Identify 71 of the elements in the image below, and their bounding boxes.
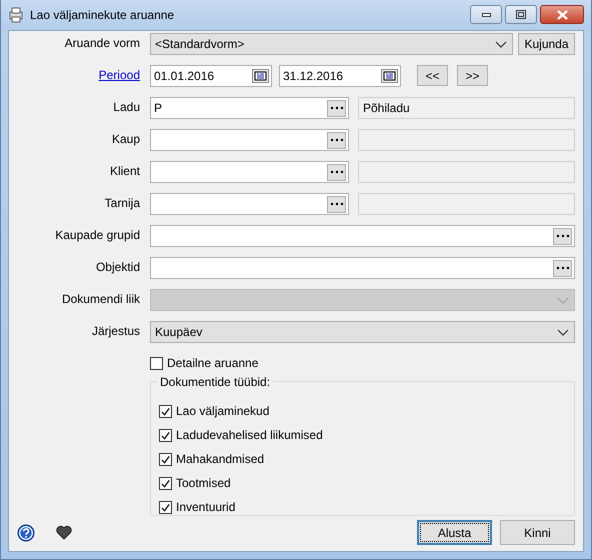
checkbox-label: Lao väljaminekud (176, 404, 270, 418)
next-button[interactable]: >> (457, 65, 488, 86)
browse-button[interactable] (327, 132, 346, 148)
field-label: Dokumendi liik (60, 291, 140, 306)
checkbox-label: Ladudevahelised liikumised (176, 428, 323, 442)
heart-icon (56, 525, 72, 540)
design-button[interactable]: Kujunda (518, 33, 575, 55)
start-button[interactable]: Alusta (417, 520, 492, 545)
ellipsis-icon (556, 266, 570, 270)
field-label: Ladu (112, 99, 140, 114)
readonly-field: Põhiladu (358, 97, 575, 119)
period-link[interactable]: Periood (9, 65, 140, 82)
field-label: Objektid (94, 259, 140, 274)
check-icon (160, 502, 171, 512)
input-field[interactable] (150, 193, 349, 215)
checkbox[interactable] (159, 404, 172, 418)
chevron-icon (557, 328, 569, 336)
field-label: Aruande vorm (64, 35, 140, 50)
check-icon (160, 406, 171, 416)
chevron-icon (557, 296, 569, 304)
maximize-button[interactable] (505, 5, 537, 24)
maximize-icon (516, 10, 526, 19)
checkbox[interactable] (159, 452, 172, 466)
calendar-icon (381, 69, 398, 83)
input-field[interactable] (150, 225, 575, 247)
input-field[interactable]: P (150, 97, 349, 119)
check-icon (160, 454, 171, 464)
previous-button[interactable]: << (417, 65, 448, 86)
field-label: Tarnija (104, 195, 140, 210)
close-button[interactable] (540, 5, 584, 24)
browse-button[interactable] (327, 164, 346, 180)
browse-button[interactable] (553, 260, 572, 276)
ellipsis-icon (330, 106, 344, 110)
checkbox[interactable] (150, 356, 163, 370)
check-icon (160, 478, 171, 488)
input-field[interactable] (150, 161, 349, 183)
check-icon (160, 430, 171, 440)
group-title: Dokumentide tüübid: (157, 375, 274, 389)
checkbox-label: Tootmised (176, 476, 231, 490)
checkbox-label: Mahakandmised (176, 452, 264, 466)
ellipsis-icon (330, 202, 344, 206)
field-label: Kaupade grupid (54, 227, 140, 242)
field-label: Järjestus (90, 323, 140, 338)
checkbox[interactable] (159, 428, 172, 442)
date-field[interactable]: 31.12.2016 (279, 65, 401, 87)
help-icon (17, 524, 35, 542)
minimize-icon (482, 12, 490, 16)
dropdown[interactable]: <Standardvorm> (150, 33, 513, 55)
close-icon (556, 10, 568, 20)
checkbox-label: Inventuurid (176, 500, 236, 514)
ellipsis-icon (556, 234, 570, 238)
chevron-icon (495, 40, 507, 48)
checkbox[interactable] (159, 476, 172, 490)
ellipsis-icon (330, 138, 344, 142)
browse-button[interactable] (327, 100, 346, 116)
checkbox[interactable] (159, 500, 172, 514)
date-field[interactable]: 01.01.2016 (150, 65, 272, 87)
window-title: Lao väljaminekute aruanne (30, 8, 174, 22)
input-field[interactable] (150, 129, 349, 151)
browse-button[interactable] (553, 228, 572, 244)
printer-icon (8, 7, 24, 23)
minimize-button[interactable] (470, 5, 502, 24)
field-label: Klient (108, 163, 140, 178)
field-label: Kaup (110, 131, 140, 146)
close-dialog-button[interactable]: Kinni (500, 520, 575, 545)
checkbox-label: Detailne aruanne (167, 356, 258, 370)
browse-button[interactable] (327, 196, 346, 212)
calendar-icon (252, 69, 269, 83)
input-field[interactable] (150, 257, 575, 279)
dropdown[interactable]: Kuupäev (150, 321, 575, 343)
ellipsis-icon (330, 170, 344, 174)
